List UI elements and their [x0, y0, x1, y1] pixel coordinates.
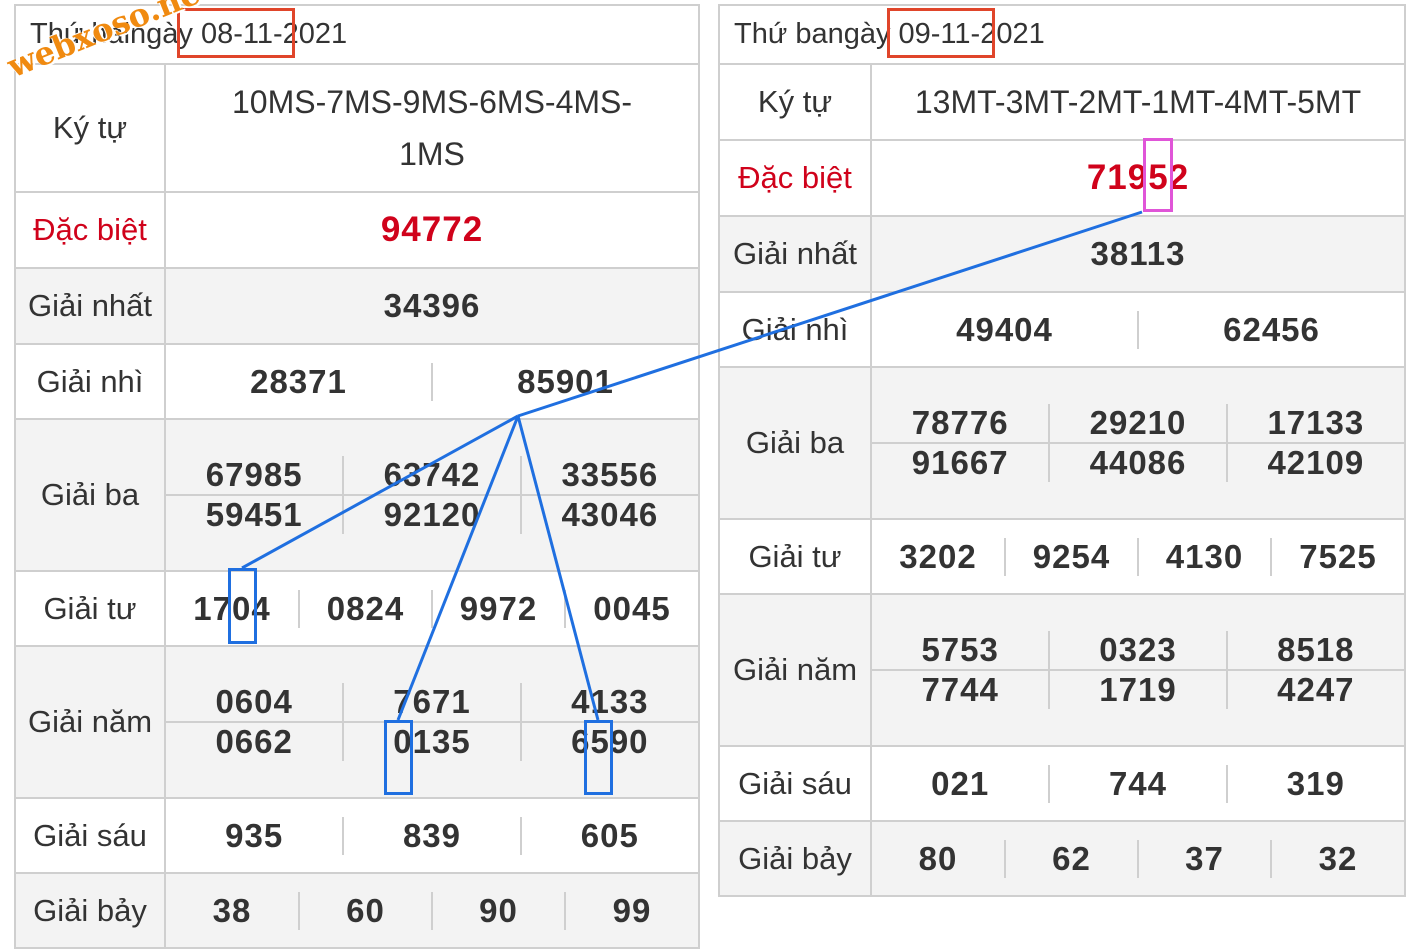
- results-table-tuesday: Thứ bangày 09-11-2021 Ký tự 13MT-3MT-2MT…: [718, 4, 1406, 897]
- second-prize-value: 28371: [250, 362, 347, 400]
- fourth-prize-cell: 3202 9254 4130 7525: [870, 518, 1406, 595]
- sixth-prize-value: 021: [931, 764, 990, 802]
- row-label-ky-tu: Ký tự: [14, 63, 166, 193]
- row-label-ky-tu: Ký tự: [718, 63, 872, 141]
- fifth-prize-value: 0135: [342, 721, 521, 761]
- ky-tu-line: 1MS: [399, 136, 465, 172]
- fourth-prize-value: 0045: [564, 589, 698, 628]
- fifth-prize-value: 8518: [1225, 631, 1404, 670]
- fifth-prize-value: 1719: [1048, 669, 1227, 709]
- fifth-prize-value: 7744: [872, 669, 1050, 709]
- row-label-dac-biet: Đặc biệt: [14, 191, 166, 269]
- row-label-giai-nam: Giải năm: [14, 645, 166, 799]
- fourth-prize-value: 7525: [1270, 537, 1404, 576]
- row-label-giai-ba: Giải ba: [14, 418, 166, 572]
- seventh-prize-cell: 38 60 90 99: [164, 872, 700, 949]
- sixth-prize-value: 839: [342, 816, 521, 855]
- third-prize-value: 33556: [519, 456, 698, 495]
- third-prize-cell: 67985 63742 33556 59451 92120 43046: [164, 418, 700, 572]
- row-label-giai-nhi: Giải nhì: [718, 291, 872, 368]
- row-label-giai-bay: Giải bảy: [718, 820, 872, 897]
- fifth-prize-value: 4133: [519, 683, 698, 722]
- sixth-prize-value: 935: [225, 816, 284, 854]
- first-prize-value: 34396: [164, 267, 700, 345]
- fifth-prize-value: 4247: [1225, 669, 1404, 709]
- third-prize-cell: 78776 29210 17133 91667 44086 42109: [870, 366, 1406, 520]
- row-label-giai-nhat: Giải nhất: [14, 267, 166, 345]
- third-prize-value: 63742: [342, 456, 521, 495]
- row-label-giai-ba: Giải ba: [718, 366, 872, 520]
- fourth-prize-value: 9972: [431, 589, 565, 628]
- sixth-prize-value: 319: [1225, 764, 1404, 803]
- third-prize-value: 42109: [1225, 442, 1404, 482]
- third-prize-value: 59451: [166, 494, 344, 534]
- row-label-dac-biet: Đặc biệt: [718, 139, 872, 217]
- row-label-giai-bay: Giải bảy: [14, 872, 166, 949]
- third-prize-value: 92120: [342, 494, 521, 534]
- ky-tu-value: 10MS-7MS-9MS-6MS-4MS- 1MS: [164, 63, 700, 193]
- third-prize-value: 91667: [872, 442, 1050, 482]
- fifth-prize-value: 0604: [215, 683, 293, 720]
- row-label-giai-sau: Giải sáu: [14, 797, 166, 874]
- second-prize-cell: 49404 62456: [870, 291, 1406, 368]
- row-label-giai-nhi: Giải nhì: [14, 343, 166, 420]
- ky-tu-line: 10MS-7MS-9MS-6MS-4MS-: [231, 84, 633, 120]
- fifth-prize-value: 0323: [1048, 631, 1227, 670]
- seventh-prize-cell: 80 62 37 32: [870, 820, 1406, 897]
- third-prize-value: 29210: [1048, 404, 1227, 443]
- weekday-highlight-box: [177, 8, 295, 58]
- row-label-giai-tu: Giải tư: [718, 518, 872, 595]
- fourth-prize-value: 0824: [298, 589, 432, 628]
- seventh-prize-value: 60: [298, 891, 432, 930]
- fifth-prize-value: 5753: [921, 631, 999, 668]
- ky-tu-value: 13MT-3MT-2MT-1MT-4MT-5MT: [870, 63, 1406, 141]
- results-table-monday: Thứ haingày 08-11-2021 Ký tự 10MS-7MS-9M…: [14, 4, 700, 949]
- seventh-prize-value: 80: [918, 839, 958, 877]
- third-prize-value: 17133: [1225, 404, 1404, 443]
- sixth-prize-value: 744: [1048, 764, 1227, 803]
- digit-highlight-box: [384, 720, 413, 795]
- row-label-giai-nhat: Giải nhất: [718, 215, 872, 293]
- second-prize-value: 62456: [1137, 310, 1404, 349]
- seventh-prize-value: 38: [212, 891, 252, 929]
- seventh-prize-value: 99: [564, 891, 698, 930]
- fifth-prize-cell: 5753 0323 8518 7744 1719 4247: [870, 593, 1406, 747]
- row-label-giai-sau: Giải sáu: [718, 745, 872, 822]
- sixth-prize-value: 605: [519, 816, 698, 855]
- seventh-prize-value: 90: [431, 891, 565, 930]
- seventh-prize-value: 62: [1004, 839, 1138, 878]
- weekday-highlight-box: [887, 8, 995, 58]
- digit-highlight-box: [228, 568, 257, 644]
- fifth-prize-cell: 0604 7671 4133 0662 0135 6590: [164, 645, 700, 799]
- digit-highlight-box: [584, 720, 613, 795]
- special-digit-highlight-box: [1143, 138, 1173, 212]
- fourth-prize-value: 9254: [1004, 537, 1138, 576]
- fourth-prize-value: 4130: [1137, 537, 1271, 576]
- third-prize-value: 44086: [1048, 442, 1227, 482]
- second-prize-value: 49404: [956, 310, 1053, 348]
- row-label-giai-nam: Giải năm: [718, 593, 872, 747]
- third-prize-value: 78776: [911, 404, 1009, 441]
- table-header: Thứ bangày 09-11-2021: [718, 4, 1406, 65]
- second-prize-cell: 28371 85901: [164, 343, 700, 420]
- weekday-label: Thứ ba: [734, 18, 828, 50]
- sixth-prize-cell: 935 839 605: [164, 797, 700, 874]
- third-prize-value: 43046: [519, 494, 698, 534]
- first-prize-value: 38113: [870, 215, 1406, 293]
- fourth-prize-value: 3202: [899, 537, 977, 575]
- seventh-prize-value: 32: [1270, 839, 1404, 878]
- second-prize-value: 85901: [431, 362, 698, 401]
- fifth-prize-value: 0662: [166, 721, 344, 761]
- special-prize-value: 94772: [164, 191, 700, 269]
- seventh-prize-value: 37: [1137, 839, 1271, 878]
- sixth-prize-cell: 021 744 319: [870, 745, 1406, 822]
- row-label-giai-tu: Giải tư: [14, 570, 166, 647]
- third-prize-value: 67985: [205, 456, 303, 493]
- fifth-prize-value: 7671: [342, 683, 521, 722]
- special-prize-value: 71952: [870, 139, 1406, 217]
